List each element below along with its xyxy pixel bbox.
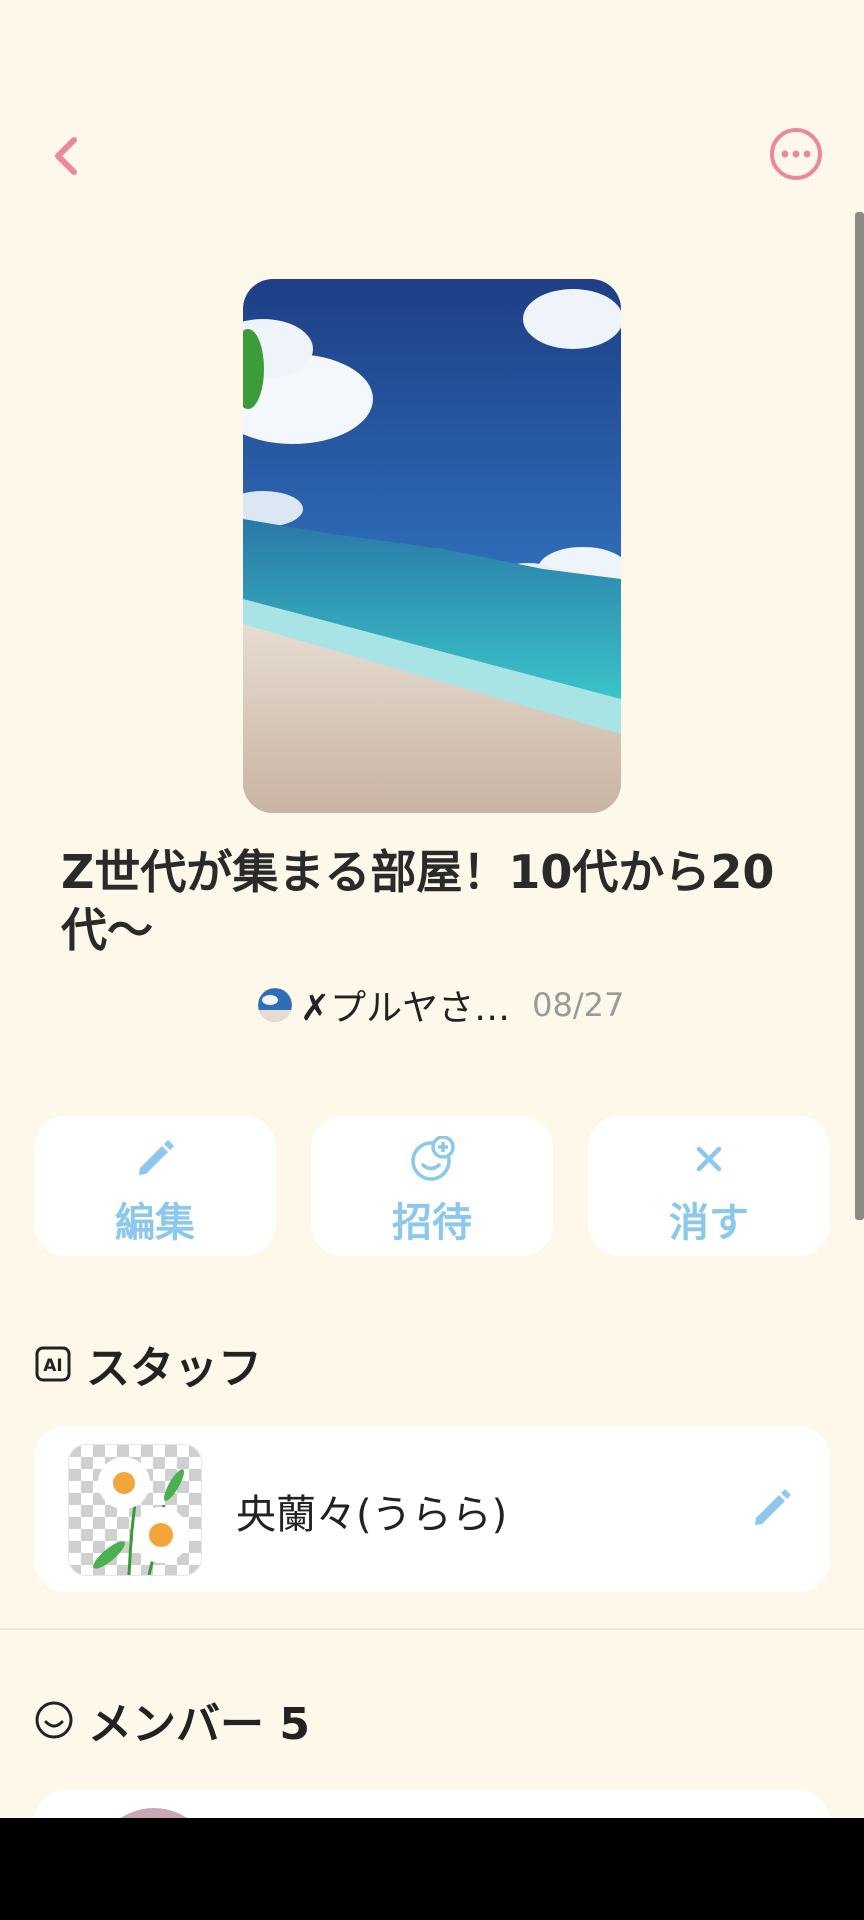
scrollbar[interactable] — [855, 212, 864, 1220]
smiley-icon — [35, 1701, 73, 1739]
ai-icon: AI — [35, 1346, 71, 1382]
owner-name: ✗プルヤさ… — [300, 988, 511, 1029]
edit-label: 編集 — [115, 1200, 195, 1246]
svg-text:AI: AI — [43, 1356, 62, 1376]
back-button[interactable] — [46, 128, 90, 184]
add-person-icon — [411, 1136, 455, 1181]
pencil-icon — [139, 1140, 174, 1175]
staff-avatar — [68, 1444, 202, 1576]
delete-button[interactable]: 消す — [588, 1116, 830, 1256]
more-circle-icon — [770, 128, 822, 180]
room-title: Z世代が集まる部屋！10代から20代〜 — [61, 845, 775, 957]
staff-heading-label: スタッフ — [86, 1343, 262, 1394]
owner-avatar — [258, 988, 292, 1022]
section-divider — [0, 1628, 864, 1630]
delete-label: 消す — [669, 1200, 749, 1246]
staff-member-name: 央蘭々(うらら) — [236, 1492, 508, 1538]
chevron-left-icon — [55, 137, 77, 175]
members-section-heading: メンバー 5 — [34, 1690, 310, 1750]
room-cover-image — [243, 279, 621, 813]
pencil-icon[interactable] — [748, 1484, 796, 1532]
staff-member-card[interactable]: 央蘭々(うらら) — [34, 1426, 830, 1592]
invite-button[interactable]: 招待 — [311, 1116, 553, 1256]
members-heading-label: メンバー 5 — [88, 1699, 310, 1750]
invite-label: 招待 — [392, 1200, 472, 1246]
close-icon — [696, 1146, 722, 1172]
more-options-button[interactable] — [768, 126, 824, 182]
room-date: 08/27 — [532, 986, 625, 1024]
edit-button[interactable]: 編集 — [34, 1116, 276, 1256]
room-owner[interactable]: ✗プルヤさ… 08/27 — [258, 980, 624, 1030]
system-navigation-bar — [0, 1818, 864, 1920]
staff-section-heading: AI スタッフ — [34, 1334, 262, 1394]
